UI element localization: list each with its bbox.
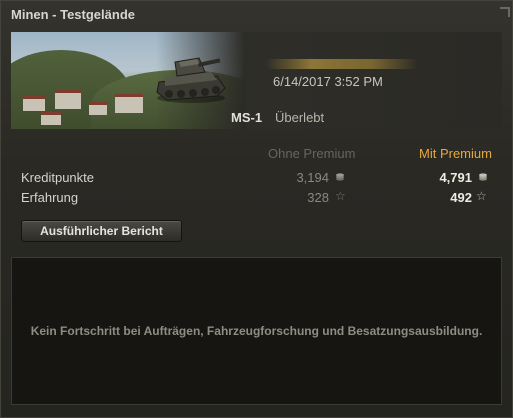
window-title: Minen - Testgelände <box>11 7 135 22</box>
column-header-with-premium: Mit Premium <box>419 146 492 161</box>
vehicle-status: Überlebt <box>275 110 325 125</box>
no-progress-message: Kein Fortschritt bei Aufträgen, Fahrzeug… <box>30 324 483 338</box>
credits-with-premium: 4,791 <box>439 170 472 185</box>
experience-without-premium: 328 <box>307 190 329 205</box>
credits-without-premium: 3,194 <box>296 170 329 185</box>
progress-panel: Kein Fortschritt bei Aufträgen, Fahrzeug… <box>11 257 502 405</box>
close-corner-icon[interactable] <box>495 3 513 25</box>
experience-label: Erfahrung <box>21 190 79 205</box>
battle-banner: 6/14/2017 3:52 PM MS-1 Überlebt <box>11 32 502 129</box>
credits-label: Kreditpunkte <box>21 170 94 185</box>
credits-icon <box>479 173 487 181</box>
battle-date-time: 6/14/2017 3:52 PM <box>273 74 383 89</box>
detailed-report-button[interactable]: Ausführlicher Bericht <box>21 220 182 242</box>
xp-star-icon: ☆ <box>476 189 487 203</box>
battle-result-window: Minen - Testgelände 6/14/2017 3:52 PM MS… <box>0 0 513 418</box>
column-header-without-premium: Ohne Premium <box>268 146 356 161</box>
experience-with-premium: 492 <box>450 190 472 205</box>
player-name-redacted <box>266 59 418 69</box>
vehicle-name: MS-1 <box>231 110 263 125</box>
credits-icon <box>336 173 344 181</box>
tank-icon <box>156 57 226 103</box>
xp-star-icon: ☆ <box>335 189 346 203</box>
